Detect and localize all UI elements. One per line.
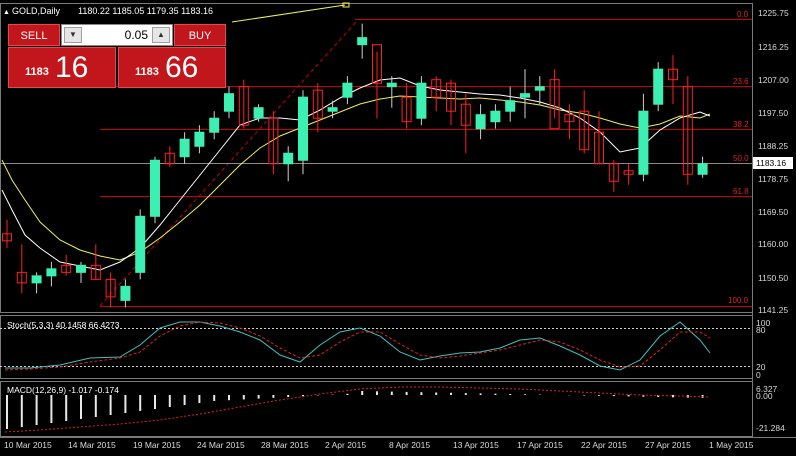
candle-bull[interactable] — [386, 82, 397, 88]
time-tick: 17 Apr 2015 — [517, 440, 563, 450]
candle-bull[interactable] — [653, 68, 664, 105]
fib-label-0: 0.0 — [737, 10, 749, 19]
price-tick: 1178.75 — [758, 174, 788, 184]
candle-bull[interactable] — [357, 37, 368, 46]
candle-bull[interactable] — [283, 152, 294, 165]
stoch-scale-0: 0 — [756, 370, 761, 380]
candle-bull[interactable] — [505, 100, 516, 112]
price-tick: 1169.50 — [758, 207, 788, 217]
candle-bull[interactable] — [520, 93, 530, 98]
sell-price-pips: 16 — [55, 51, 89, 84]
candle-bull[interactable] — [179, 138, 190, 158]
buy-price-big-figure: 1183 — [135, 66, 159, 78]
time-tick: 1 May 2015 — [709, 440, 754, 450]
current-price-value: 1183.16 — [756, 158, 786, 168]
candle-bull[interactable] — [534, 86, 545, 91]
candle-bull[interactable] — [638, 110, 649, 175]
price-tick: 1188.25 — [758, 141, 788, 151]
sell-price-big-figure: 1183 — [25, 66, 49, 78]
time-tick: 13 Apr 2015 — [453, 440, 499, 450]
macd-scale-zero: 0.00 — [756, 391, 773, 401]
price-tick: 1225.75 — [758, 8, 789, 18]
candle-bull[interactable] — [327, 107, 338, 112]
candle-bull[interactable] — [194, 131, 205, 147]
candle-bull[interactable] — [253, 107, 264, 119]
time-tick: 24 Mar 2015 — [197, 440, 245, 450]
lot-size-control: ▼ ▲ — [61, 24, 173, 46]
price-tick: 1141.25 — [758, 305, 788, 315]
one-click-trading-panel: SELL ▼ ▲ BUY 1183 16 1183 66 — [8, 24, 226, 88]
price-tick: 1160.00 — [758, 239, 788, 249]
time-tick: 27 Apr 2015 — [645, 440, 691, 450]
lot-decrease-button[interactable]: ▼ — [64, 27, 82, 43]
macd-label: MACD(12,26,9) -1.017 -0.174 — [7, 385, 119, 395]
candle-bull[interactable] — [475, 114, 486, 130]
chart-menu-icon[interactable]: ▲ — [3, 9, 10, 16]
sell-button[interactable]: SELL — [8, 24, 60, 46]
buy-button[interactable]: BUY — [174, 24, 226, 46]
candle-bull[interactable] — [120, 285, 131, 301]
time-tick: 22 Apr 2015 — [581, 440, 627, 450]
stoch-label: Stoch(5,3,3) 40.1458 66.4273 — [7, 320, 120, 330]
macd-scale-bottom: -21.284 — [756, 423, 785, 433]
ohlc-values: 1180.22 1185.05 1179.35 1183.16 — [78, 6, 213, 16]
candle-bull[interactable] — [135, 215, 146, 273]
price-tick: 1216.25 — [758, 42, 789, 52]
lot-increase-button[interactable]: ▲ — [152, 27, 170, 43]
fib-label-50: 50.0 — [733, 154, 749, 163]
candle-bull[interactable] — [224, 93, 234, 112]
candle-bull[interactable] — [76, 264, 86, 273]
symbol-label: GOLD,Daily — [12, 6, 61, 16]
fib-label-61.8: 61.8 — [733, 187, 749, 196]
candle-bull[interactable] — [298, 96, 308, 161]
candle-bull[interactable] — [150, 159, 160, 217]
time-tick: 14 Mar 2015 — [68, 440, 116, 450]
fib-label-38.2: 38.2 — [733, 120, 749, 129]
candle-bull[interactable] — [209, 117, 220, 133]
fib-label-100: 100.0 — [728, 296, 749, 305]
buy-price-button[interactable]: 1183 66 — [118, 47, 226, 88]
buy-price-pips: 66 — [165, 51, 199, 84]
lot-size-input[interactable] — [84, 27, 150, 43]
sell-price-button[interactable]: 1183 16 — [8, 47, 116, 88]
candle-bull[interactable] — [416, 82, 427, 119]
price-tick: 1150.50 — [758, 273, 788, 283]
time-tick: 8 Apr 2015 — [389, 440, 430, 450]
time-tick: 2 Apr 2015 — [325, 440, 366, 450]
time-tick: 19 Mar 2015 — [133, 440, 181, 450]
fib-label-23.6: 23.6 — [733, 77, 749, 86]
price-tick: 1197.50 — [758, 108, 788, 118]
time-tick: 10 Mar 2015 — [4, 440, 52, 450]
candle-bull[interactable] — [342, 82, 353, 98]
candle-bull[interactable] — [490, 110, 501, 123]
price-tick: 1207.00 — [758, 75, 789, 85]
time-tick: 28 Mar 2015 — [261, 440, 309, 450]
stoch-scale-80: 80 — [756, 325, 766, 335]
candle-bull[interactable] — [697, 163, 708, 175]
candle-bull[interactable] — [46, 268, 57, 277]
candle-bull[interactable] — [31, 275, 42, 284]
